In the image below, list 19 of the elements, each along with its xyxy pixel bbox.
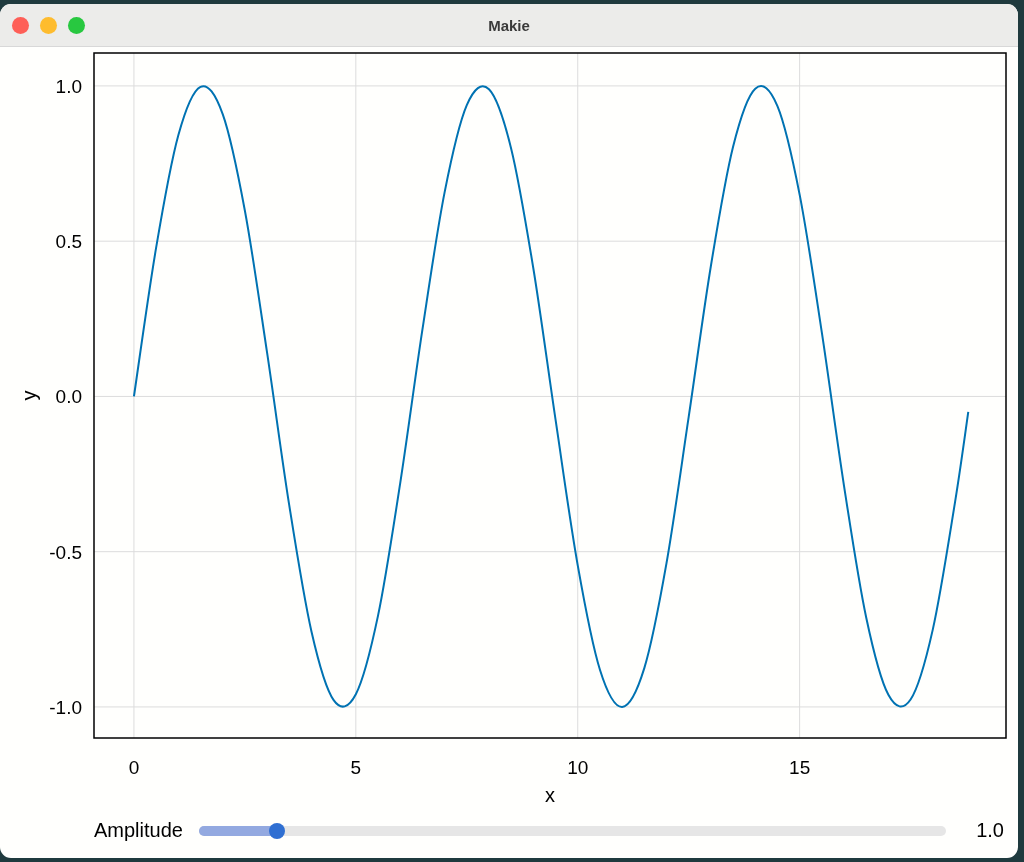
y-tick-label: -1.0 [49, 696, 82, 718]
y-tick-label: 1.0 [55, 75, 82, 97]
x-tick-label: 15 [789, 757, 811, 778]
y-tick-label: 0.0 [55, 386, 82, 408]
x-tick-label: 5 [350, 757, 362, 778]
zoom-button[interactable] [68, 17, 85, 34]
close-button[interactable] [12, 17, 29, 34]
slider-label: Amplitude [94, 819, 183, 842]
x-axis-label: x [545, 784, 555, 806]
x-tick-label: 10 [567, 757, 589, 778]
amplitude-slider[interactable] [198, 825, 947, 836]
y-tick-label: -0.5 [49, 541, 82, 563]
y-axis-label: y [18, 390, 40, 401]
x-tick-label: 0 [128, 757, 140, 778]
y-tick-label: 0.5 [55, 231, 82, 253]
slider-value: 1.0 [976, 819, 1004, 842]
slider-thumb[interactable] [268, 822, 285, 839]
window-title: Makie [488, 16, 530, 34]
minimize-button[interactable] [40, 17, 57, 34]
